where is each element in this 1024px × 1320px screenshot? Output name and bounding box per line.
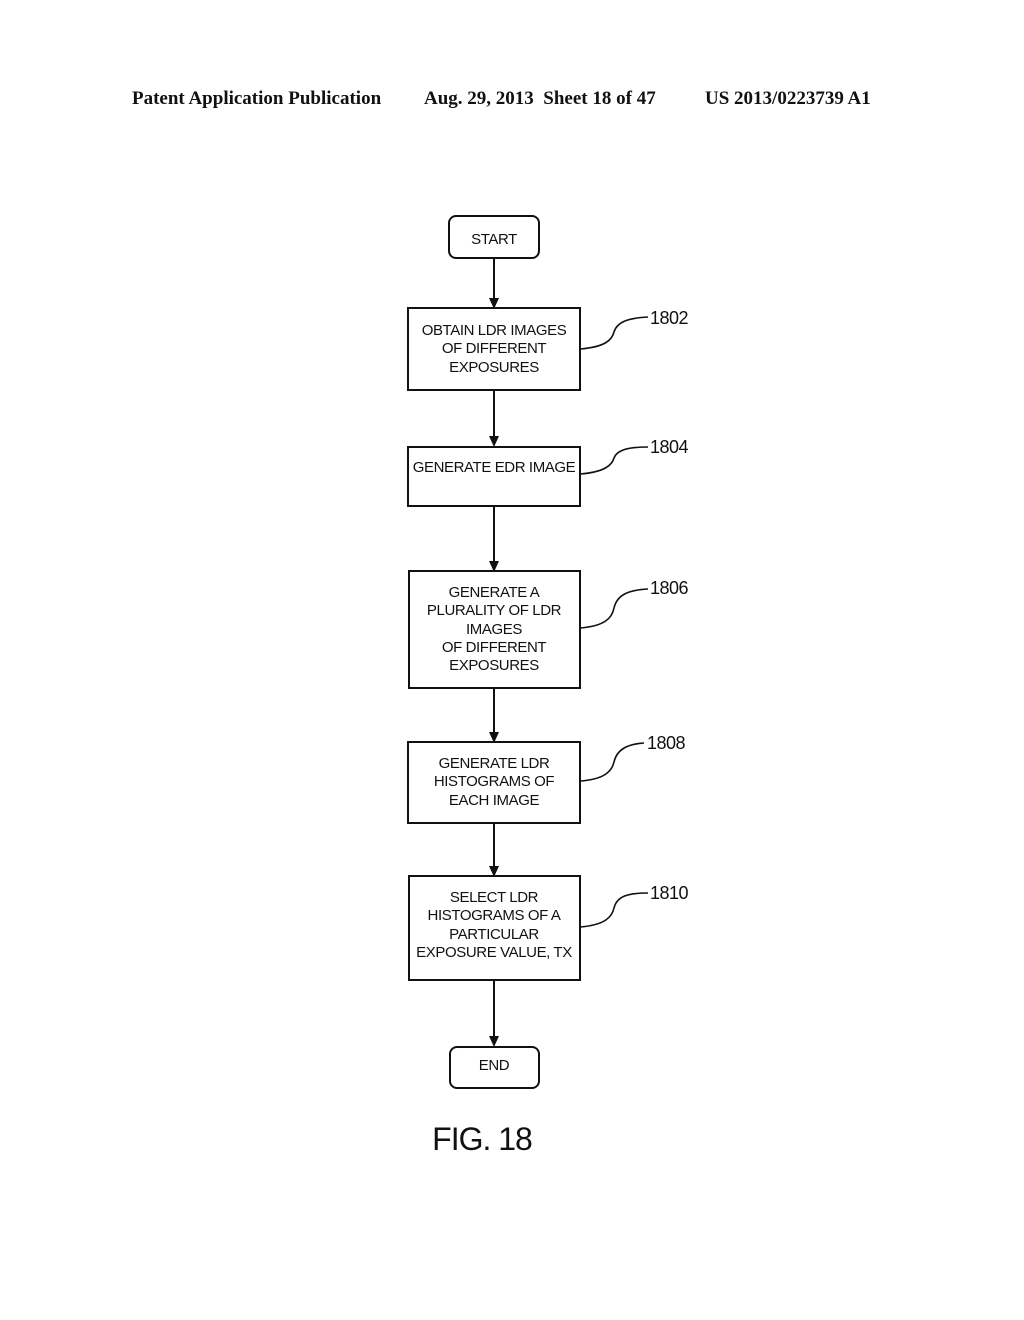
arrowhead [489, 436, 499, 447]
reference-numeral: 1804 [650, 437, 689, 457]
reference-leader-line [579, 446, 649, 475]
step-text-line: OBTAIN LDR IMAGES [422, 322, 567, 339]
reference-leader-line [579, 588, 649, 629]
step-text-line: HISTOGRAMS OF [434, 773, 555, 790]
flowchart-diagram: START OBTAIN LDR IMAGES OF DIFFERENT EXP… [407, 215, 689, 1157]
step-1804: GENERATE EDR IMAGE 1804 [407, 437, 689, 507]
step-1808: GENERATE LDR HISTOGRAMS OF EACH IMAGE 18… [407, 733, 686, 824]
reference-numeral: 1802 [650, 308, 689, 328]
step-text-line: EXPOSURES [449, 359, 539, 376]
start-label: START [471, 231, 517, 248]
reference-numeral: 1806 [650, 578, 689, 598]
step-text-line: IMAGES [466, 621, 522, 638]
step-text-line: SELECT LDR [450, 889, 539, 906]
reference-numeral: 1810 [650, 883, 689, 903]
figure-label: FIG. 18 [432, 1121, 532, 1157]
reference-leader-line [580, 742, 645, 782]
step-text-line: GENERATE LDR [439, 755, 550, 772]
step-text-line: PLURALITY OF LDR [427, 602, 562, 619]
arrowhead [489, 1036, 499, 1047]
step-1802: OBTAIN LDR IMAGES OF DIFFERENT EXPOSURES… [407, 307, 689, 391]
reference-numeral: 1808 [647, 733, 686, 753]
step-1810: SELECT LDR HISTOGRAMS OF A PARTICULAR EX… [408, 875, 689, 981]
step-box [407, 446, 581, 507]
step-text-line: EXPOSURE VALUE, TX [416, 944, 572, 961]
end-label: END [479, 1057, 510, 1074]
step-text-line: PARTICULAR [449, 926, 539, 943]
start-terminal: START [448, 215, 540, 259]
end-terminal: END [449, 1046, 540, 1089]
step-text-line: GENERATE A [449, 584, 540, 601]
step-text-line: HISTOGRAMS OF A [428, 907, 561, 924]
reference-leader-line [579, 892, 649, 928]
step-text-line: OF DIFFERENT [442, 639, 547, 656]
step-1806: GENERATE A PLURALITY OF LDR IMAGES OF DI… [408, 570, 689, 689]
step-text-line: OF DIFFERENT [442, 340, 547, 357]
step-text-line: GENERATE EDR IMAGE [413, 459, 576, 476]
reference-leader-line [579, 316, 649, 350]
step-text-line: EXPOSURES [449, 657, 539, 674]
step-text-line: EACH IMAGE [449, 792, 540, 809]
